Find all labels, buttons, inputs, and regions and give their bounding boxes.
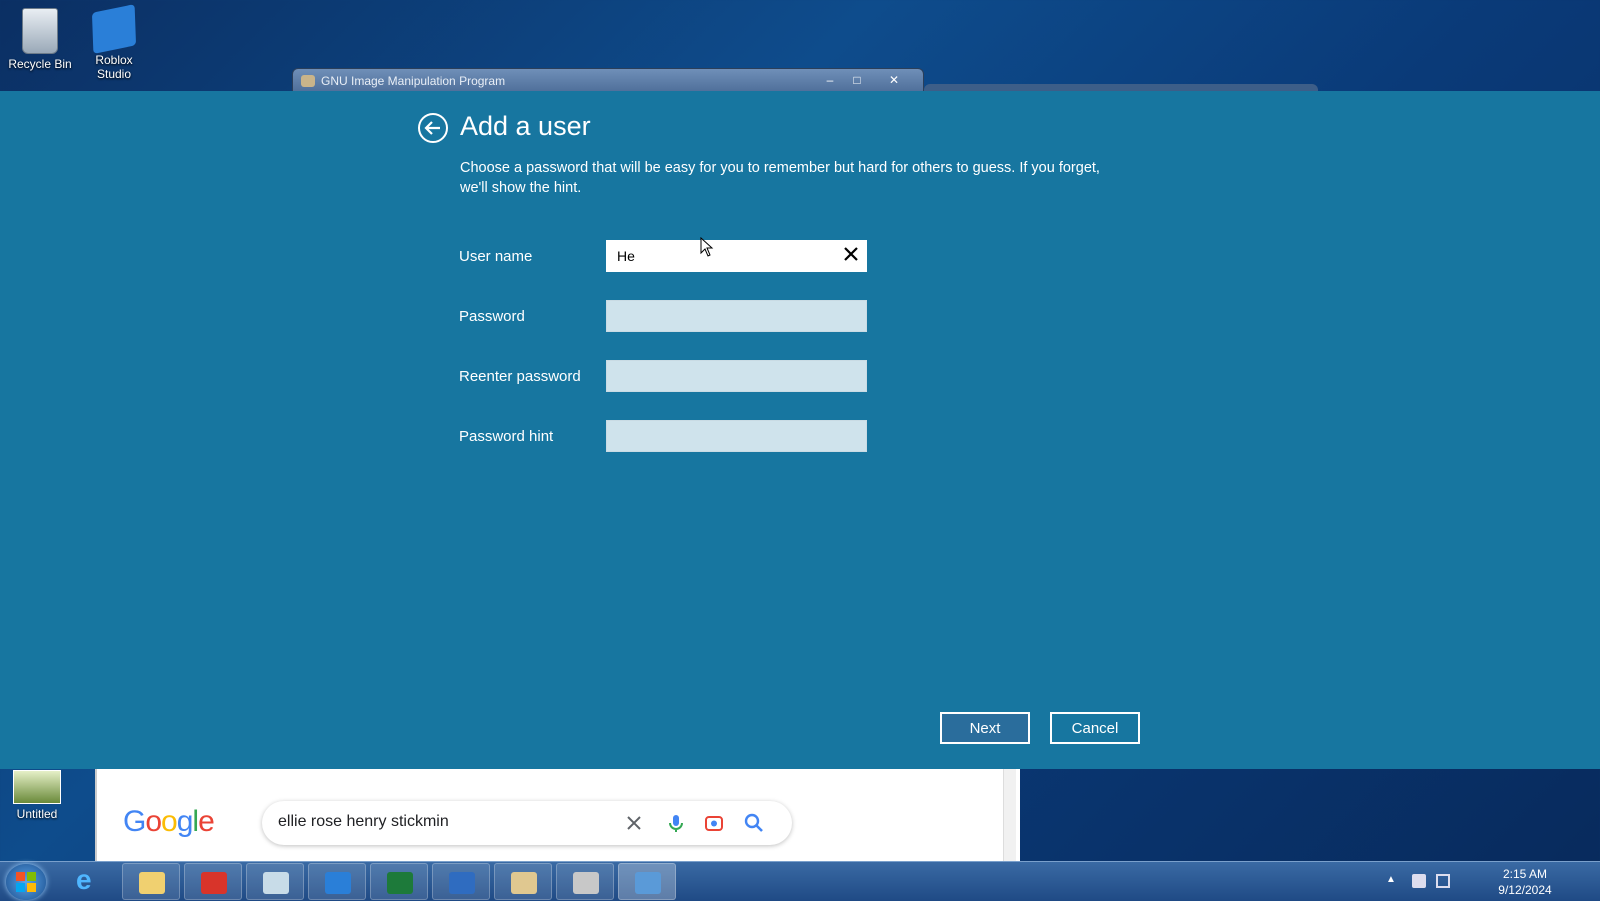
control-panel-icon bbox=[635, 872, 661, 894]
windows-logo-icon bbox=[16, 872, 36, 892]
taskbar-control-panel[interactable] bbox=[618, 863, 676, 900]
taskbar-app-gray[interactable] bbox=[556, 863, 614, 900]
desktop-icon-untitled[interactable]: Untitled bbox=[0, 770, 77, 821]
close-icon[interactable]: ✕ bbox=[883, 71, 905, 89]
add-user-dialog: Add a user Choose a password that will b… bbox=[0, 91, 1600, 769]
clock-time: 2:15 AM bbox=[1502, 867, 1548, 881]
search-icon[interactable] bbox=[743, 812, 765, 834]
minimize-icon[interactable]: – bbox=[819, 71, 841, 89]
notepad-icon bbox=[263, 872, 289, 894]
reenter-password-label: Reenter password bbox=[459, 368, 581, 385]
user-name-label: User name bbox=[459, 248, 533, 265]
clear-search-icon[interactable] bbox=[623, 812, 645, 834]
microphone-icon[interactable] bbox=[665, 812, 687, 834]
taskbar-internet-explorer[interactable]: e bbox=[60, 863, 118, 900]
recycle-bin-icon bbox=[22, 8, 58, 54]
sun-icon bbox=[449, 872, 475, 894]
cancel-button[interactable]: Cancel bbox=[1050, 712, 1140, 744]
maximize-icon[interactable]: □ bbox=[846, 71, 868, 89]
system-tray: ▲ 2:15 AM 9/12/2024 bbox=[1380, 862, 1560, 901]
taskbar-file-explorer[interactable] bbox=[122, 863, 180, 900]
taskbar-paint[interactable] bbox=[494, 863, 552, 900]
password-input[interactable] bbox=[606, 300, 867, 332]
password-hint-input[interactable] bbox=[606, 420, 867, 452]
clear-icon[interactable] bbox=[840, 243, 862, 265]
roblox-studio-icon bbox=[325, 872, 351, 894]
google-logo: Google bbox=[123, 805, 215, 838]
back-arrow-icon[interactable] bbox=[418, 113, 448, 143]
user-name-input[interactable] bbox=[606, 240, 867, 272]
start-button[interactable] bbox=[6, 864, 46, 900]
gimp-window-titlebar[interactable]: GNU Image Manipulation Program – □ ✕ bbox=[292, 68, 924, 92]
taskbar-app-red[interactable] bbox=[184, 863, 242, 900]
camera-lens-icon[interactable] bbox=[703, 812, 725, 834]
next-button[interactable]: Next bbox=[940, 712, 1030, 744]
password-hint-label: Password hint bbox=[459, 428, 554, 445]
gimp-window-title: GNU Image Manipulation Program bbox=[321, 74, 506, 88]
project-icon bbox=[387, 872, 413, 894]
paint-palette-icon bbox=[511, 872, 537, 894]
taskbar-project[interactable] bbox=[370, 863, 428, 900]
show-hidden-icons-icon[interactable]: ▲ bbox=[1386, 874, 1400, 888]
page-title: Add a user bbox=[460, 111, 591, 141]
desktop-icon-label: Roblox Studio bbox=[95, 53, 133, 81]
desktop-icon-recycle-bin[interactable]: Recycle Bin bbox=[0, 8, 80, 71]
gimp-icon bbox=[301, 75, 315, 87]
google-search-box[interactable]: ellie rose henry stickmin bbox=[262, 801, 792, 845]
image-file-icon bbox=[13, 770, 61, 804]
search-query: ellie rose henry stickmin bbox=[278, 813, 449, 830]
desktop-icon-label: Untitled bbox=[16, 807, 58, 821]
clock-date: 9/12/2024 bbox=[1498, 883, 1552, 897]
taskbar: e ▲ 2:15 AM 9/12/2024 bbox=[0, 861, 1600, 901]
internet-explorer-icon: e bbox=[76, 864, 92, 895]
taskbar-app-notepad[interactable] bbox=[246, 863, 304, 900]
clock[interactable]: 2:15 AM 9/12/2024 bbox=[1490, 866, 1560, 898]
network-icon[interactable] bbox=[1436, 874, 1450, 888]
taskbar-roblox-studio[interactable] bbox=[308, 863, 366, 900]
scrollbar[interactable] bbox=[1003, 769, 1016, 861]
app-gray-icon bbox=[573, 872, 599, 894]
reenter-password-input[interactable] bbox=[606, 360, 867, 392]
desktop-icon-label: Recycle Bin bbox=[8, 57, 72, 71]
volume-muted-icon[interactable] bbox=[1412, 874, 1426, 888]
folder-icon bbox=[139, 872, 165, 894]
roblox-studio-icon bbox=[91, 4, 137, 54]
dialog-description: Choose a password that will be easy for … bbox=[460, 160, 1100, 196]
browser-window: Google ellie rose henry stickmin bbox=[95, 769, 1020, 861]
app-red-icon bbox=[201, 872, 227, 894]
taskbar-app-sun[interactable] bbox=[432, 863, 490, 900]
mouse-pointer-icon bbox=[700, 237, 714, 257]
password-label: Password bbox=[459, 308, 525, 325]
desktop-icon-roblox-studio[interactable]: Roblox Studio bbox=[74, 4, 154, 81]
